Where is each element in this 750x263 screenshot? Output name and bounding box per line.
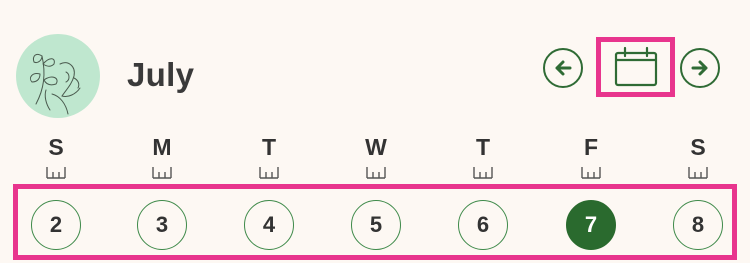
tick-icon: [366, 167, 386, 179]
dow-label: S: [48, 134, 64, 160]
calendar-button[interactable]: [596, 37, 675, 97]
tick-icon: [259, 167, 279, 179]
dow-label: F: [583, 134, 599, 160]
dow-sat: S: [678, 133, 718, 179]
day-3[interactable]: 3: [137, 200, 187, 250]
tick-icon: [473, 167, 493, 179]
day-4[interactable]: 4: [244, 200, 294, 250]
tick-icon: [688, 167, 708, 179]
dow-thu: T: [463, 133, 503, 179]
dow-label: T: [261, 134, 277, 160]
next-week-button[interactable]: [680, 48, 720, 88]
arrow-right-icon: [691, 60, 708, 76]
dow-label: W: [365, 134, 387, 160]
day-2[interactable]: 2: [31, 200, 81, 250]
day-8[interactable]: 8: [673, 200, 723, 250]
dow-label: S: [690, 134, 706, 160]
avatar: [16, 34, 100, 118]
tick-icon: [46, 167, 66, 179]
tick-icon: [581, 167, 601, 179]
day-7[interactable]: 7: [566, 200, 616, 250]
day-6[interactable]: 6: [458, 200, 508, 250]
dow-sun: S: [36, 133, 76, 179]
floral-line-art-icon: [29, 53, 81, 115]
dow-label: T: [475, 134, 491, 160]
arrow-left-icon: [555, 60, 572, 76]
day-of-week-header: S M T W T F S: [0, 133, 750, 185]
prev-week-button[interactable]: [543, 48, 583, 88]
dow-label: M: [152, 134, 172, 160]
dow-fri: F: [571, 133, 611, 179]
dow-wed: W: [356, 133, 396, 179]
dow-tue: T: [249, 133, 289, 179]
tick-icon: [152, 167, 172, 179]
dow-mon: M: [142, 133, 182, 179]
month-title: July: [127, 56, 195, 93]
calendar-icon: [614, 46, 657, 87]
day-5[interactable]: 5: [351, 200, 401, 250]
